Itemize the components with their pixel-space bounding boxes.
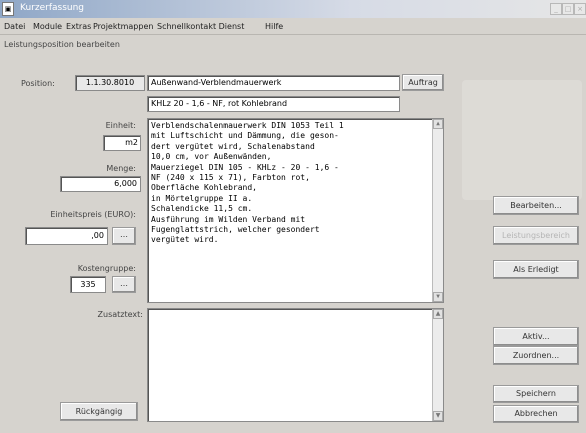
longtext-line: vergütet wird. — [151, 235, 219, 245]
menge-label: Menge: — [106, 164, 136, 173]
close-icon[interactable]: × — [574, 3, 586, 15]
section-title: Leistungsposition bearbeiten — [4, 40, 120, 49]
longtext-line: Schalendicke 11,5 cm. — [151, 204, 253, 214]
position-label: Position: — [21, 79, 55, 88]
window-title: Kurzerfassung — [20, 3, 85, 13]
zusatztext-label: Zusatztext: — [97, 310, 143, 319]
zuordnen-button[interactable]: Zuordnen... — [493, 346, 579, 365]
einheitspreis-field[interactable]: ,00 — [25, 227, 108, 245]
kostengruppe-field[interactable]: 335 — [70, 276, 106, 293]
menu-schnellkontakt[interactable]: Schnellkontakt Dienst — [157, 22, 244, 31]
menu-hilfe[interactable]: Hilfe — [265, 22, 283, 31]
short-text-field[interactable]: KHLz 20 - 1,6 - NF, rot Kohlebrand — [147, 96, 400, 112]
longtext-line: Oberfläche Kohlebrand, — [151, 183, 257, 193]
longtext-line: dert vergütet wird, Schalenabstand — [151, 141, 315, 151]
bearbeiten-button[interactable]: Bearbeiten... — [493, 196, 579, 215]
einheitspreis-label: Einheitspreis (EURO): — [50, 210, 136, 219]
rueckgaengig-button[interactable]: Rückgängig — [60, 402, 138, 421]
longtext-scrollbar[interactable]: ▲ ▼ — [432, 119, 443, 302]
kostengruppe-label: Kostengruppe: — [77, 264, 136, 273]
longtext-line: Mauerziegel DIN 105 - KHLz - 20 - 1,6 - — [151, 162, 339, 172]
maximize-icon[interactable]: □ — [562, 3, 574, 15]
application-window: ▣ Kurzerfassung _ □ × Datei Module Extra… — [0, 0, 586, 433]
einheit-label: Einheit: — [105, 121, 136, 130]
position-name-field[interactable]: Außenwand-Verblendmauerwerk — [147, 75, 400, 91]
longtext-line: mit Luftschicht und Dämmung, die geson- — [151, 131, 339, 141]
leistungsbereich-button[interactable]: Leistungsbereich — [493, 226, 579, 245]
scroll-up-icon[interactable]: ▲ — [433, 309, 443, 319]
auftrag-button[interactable]: Auftrag — [402, 74, 444, 91]
longtext-line: Fugenglattstrich, welcher gesondert — [151, 225, 320, 235]
longtext-line: Ausführung im Wilden Verband mit — [151, 214, 306, 224]
scroll-down-icon[interactable]: ▼ — [433, 292, 443, 302]
longtext-line: NF (240 x 115 x 71), Farbton rot, — [151, 173, 310, 183]
menu-projektmappen[interactable]: Projektmappen — [93, 22, 153, 31]
kostengruppe-picker-button[interactable]: … — [112, 276, 136, 293]
speichern-button[interactable]: Speichern — [493, 385, 579, 403]
als-erledigt-button[interactable]: Als Erledigt — [493, 260, 579, 279]
abbrechen-button[interactable]: Abbrechen — [493, 405, 579, 423]
minimize-icon[interactable]: _ — [550, 3, 562, 15]
longtext-line: 10,0 cm, vor Außenwänden, — [151, 152, 272, 162]
background-watermark — [462, 80, 582, 200]
menu-datei[interactable]: Datei — [4, 22, 25, 31]
menge-field[interactable]: 6,000 — [60, 176, 141, 192]
menu-module[interactable]: Module — [33, 22, 62, 31]
longtext-line: in Mörtelgruppe II a. — [151, 193, 253, 203]
menu-bar: Datei Module Extras Projektmappen Schnel… — [0, 18, 586, 35]
aktiv-button[interactable]: Aktiv... — [493, 327, 579, 346]
zusatztext-scrollbar[interactable]: ▲ ▼ — [432, 309, 443, 421]
menu-extras[interactable]: Extras — [66, 22, 91, 31]
zusatztext-area[interactable]: ▲ ▼ — [147, 308, 444, 422]
position-number-field[interactable]: 1.1.30.8010 — [75, 75, 145, 91]
scroll-down-icon[interactable]: ▼ — [433, 411, 443, 421]
scroll-up-icon[interactable]: ▲ — [433, 119, 443, 129]
title-bar: ▣ Kurzerfassung _ □ × — [0, 0, 586, 18]
einheitspreis-picker-button[interactable]: … — [112, 227, 136, 245]
longtext-line: Verblendschalenmauerwerk DIN 1053 Teil 1 — [151, 121, 344, 130]
einheit-field[interactable]: m2 — [103, 135, 141, 151]
app-icon: ▣ — [2, 2, 14, 16]
longtext-area[interactable]: Verblendschalenmauerwerk DIN 1053 Teil 1… — [147, 118, 444, 303]
